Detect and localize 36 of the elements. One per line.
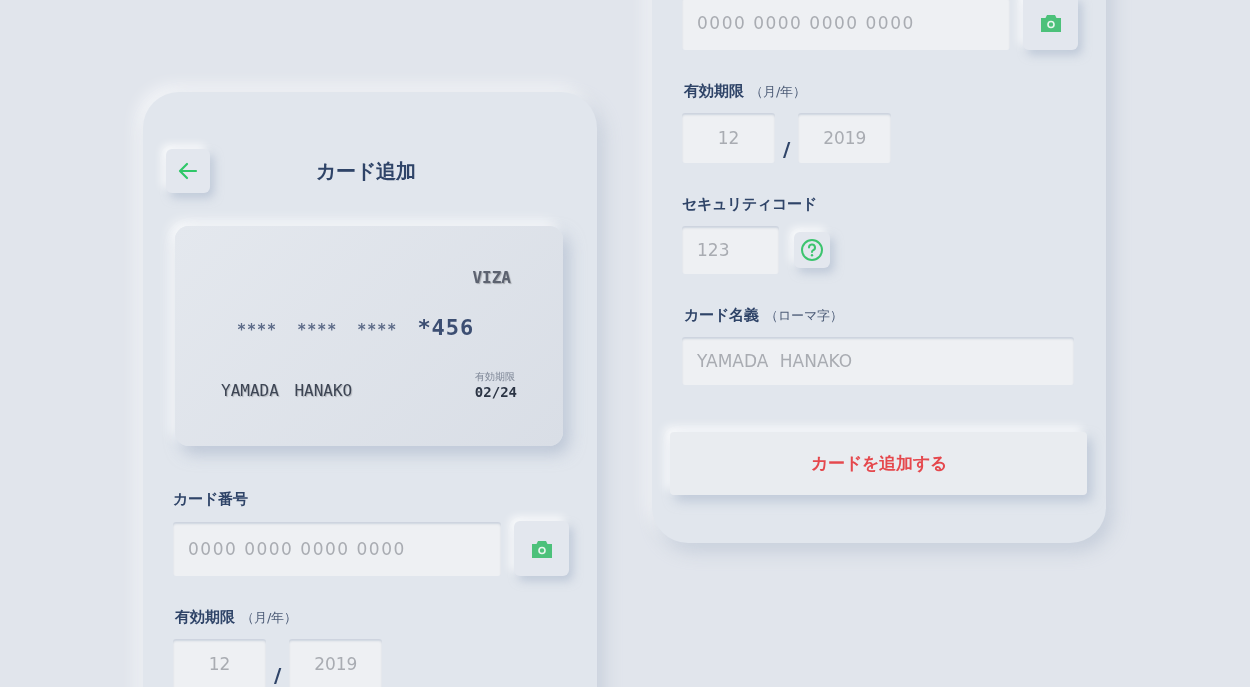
field-hint: （ローマ字） bbox=[765, 307, 843, 325]
month-input[interactable]: 12 bbox=[173, 639, 266, 687]
year-input[interactable]: 2019 bbox=[798, 113, 892, 163]
field-label: 有効期限 bbox=[684, 82, 744, 101]
card-number-input[interactable]: 0000 0000 0000 0000 bbox=[173, 521, 501, 576]
card-holder-input[interactable]: YAMADA HANAKO bbox=[682, 337, 1074, 385]
back-button[interactable] bbox=[166, 149, 210, 193]
arrow-left-icon bbox=[177, 160, 199, 182]
field-label: カード番号 bbox=[173, 490, 248, 509]
card-holder-name: YAMADA HANAKO bbox=[221, 381, 353, 400]
expiry-caption: 有効期限 bbox=[474, 370, 515, 384]
month-input[interactable]: 12 bbox=[682, 113, 775, 163]
card-number-group: **** bbox=[297, 321, 338, 339]
field-label: カード名義 bbox=[684, 306, 759, 325]
field-label: 有効期限 bbox=[175, 608, 235, 627]
year-input[interactable]: 2019 bbox=[289, 639, 383, 687]
page-title: カード追加 bbox=[316, 157, 416, 185]
card-brand: VIZA bbox=[472, 268, 511, 287]
help-icon bbox=[800, 238, 824, 262]
card-number-group: **** bbox=[357, 321, 398, 339]
field-label: セキュリティコード bbox=[682, 195, 817, 214]
help-button[interactable] bbox=[794, 232, 830, 268]
card-number-group: **** bbox=[237, 321, 278, 339]
camera-icon bbox=[529, 538, 554, 559]
date-separator: / bbox=[274, 663, 282, 687]
card-expiry: 02/24 bbox=[474, 384, 517, 400]
camera-button[interactable] bbox=[514, 521, 569, 576]
security-code-input[interactable]: 123 bbox=[682, 226, 779, 274]
field-hint: （月/年） bbox=[750, 83, 807, 101]
camera-button[interactable] bbox=[1023, 0, 1078, 50]
add-card-button[interactable]: カードを追加する bbox=[670, 432, 1087, 495]
date-separator: / bbox=[783, 137, 791, 161]
card-number-input[interactable]: 0000 0000 0000 0000 bbox=[682, 0, 1010, 50]
field-hint: （月/年） bbox=[241, 609, 298, 627]
camera-icon bbox=[1038, 12, 1063, 33]
card-number-group: *456 bbox=[417, 315, 475, 340]
